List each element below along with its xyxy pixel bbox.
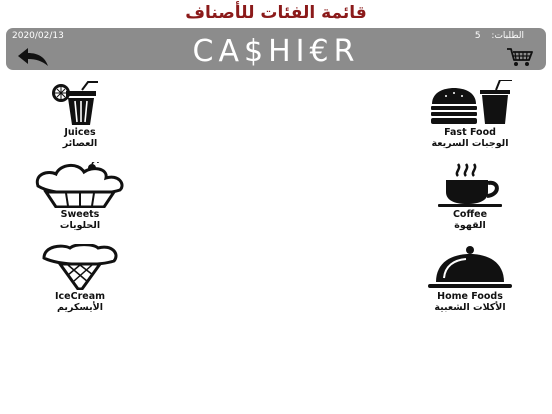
- header-bar: 2020/02/13 الطلبات: 5 CA$HI€R: [6, 28, 546, 70]
- cart-button[interactable]: [506, 46, 534, 68]
- category-home-foods-en: Home Foods: [437, 291, 503, 302]
- category-fast-food[interactable]: Fast Food الوجبات السريعة: [410, 80, 530, 149]
- category-sweets-ar: الحلويات: [59, 220, 101, 231]
- category-sweets[interactable]: Sweets الحلويات: [20, 162, 140, 231]
- category-coffee[interactable]: Coffee القهوة: [410, 162, 530, 231]
- category-fast-food-ar: الوجبات السريعة: [431, 138, 509, 149]
- category-juices[interactable]: Juices العصائر: [20, 80, 140, 149]
- category-juices-en: Juices: [64, 127, 96, 138]
- ice-cream-cone-icon: [42, 244, 118, 290]
- category-icecream[interactable]: IceCream الأيسكريم: [20, 244, 140, 313]
- category-coffee-ar: القهوة: [454, 220, 486, 231]
- back-arrow-icon: [18, 48, 48, 66]
- burger-drink-icon: [431, 80, 512, 124]
- juice-cup-icon: [52, 81, 98, 125]
- page-title: قائمة الفئات للأصناف: [185, 3, 367, 23]
- cupcake-icon: [35, 162, 124, 208]
- coffee-cup-icon: [438, 163, 502, 207]
- category-sweets-en: Sweets: [60, 209, 100, 220]
- category-home-foods[interactable]: Home Foods الأكلات الشعبية: [410, 244, 530, 313]
- food-cloche-icon: [428, 246, 512, 288]
- category-icecream-en: IceCream: [54, 291, 106, 302]
- brand-logo: CA$HI€R: [192, 34, 360, 69]
- category-icecream-ar: الأيسكريم: [56, 302, 103, 313]
- shopping-cart-icon: [507, 48, 533, 66]
- category-home-foods-ar: الأكلات الشعبية: [434, 302, 506, 313]
- category-fast-food-en: Fast Food: [444, 127, 496, 138]
- category-coffee-en: Coffee: [452, 209, 488, 220]
- back-button[interactable]: [14, 44, 52, 68]
- category-juices-ar: العصائر: [62, 138, 98, 149]
